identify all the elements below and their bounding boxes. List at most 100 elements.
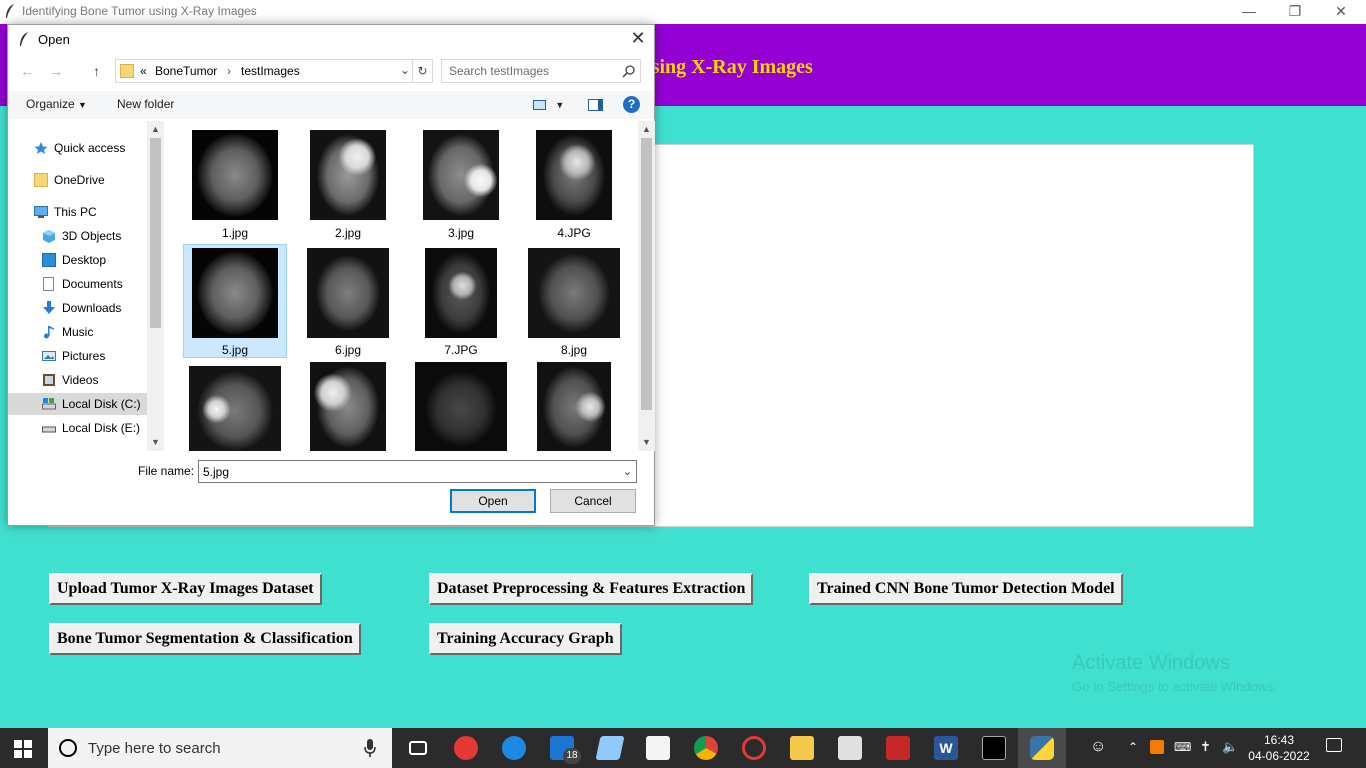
sidebar-item-desktop[interactable]: Desktop [42, 249, 148, 271]
sidebar-item-onedrive[interactable]: OneDrive [34, 169, 148, 191]
sidebar-item-this-pc[interactable]: This PC [34, 201, 148, 223]
file-name-combobox[interactable]: 5.jpg ⌄ [198, 460, 637, 483]
file-tile[interactable]: 3.jpg [409, 127, 513, 241]
sidebar-item-videos[interactable]: Videos [42, 369, 148, 391]
organize-menu[interactable]: Organize ▼ [26, 97, 87, 111]
file-list-scrollbar[interactable]: ▲ ▼ [638, 121, 655, 451]
document-icon [43, 277, 54, 291]
app-red-swirl-icon[interactable] [730, 728, 778, 768]
sidebar-item-label: Pictures [62, 349, 106, 363]
file-list: 1.jpg 2.jpg 3.jpg 4.JPG 5.jpg 6.jpg 7.JP… [168, 121, 638, 451]
word-icon[interactable]: W [922, 728, 970, 768]
scroll-up-icon[interactable]: ▲ [147, 121, 164, 138]
close-icon[interactable]: ✕ [1318, 0, 1364, 24]
breadcrumb-separator-icon: › [227, 64, 231, 78]
watermark-subtitle: Go to Settings to activate Windows. [1072, 679, 1278, 694]
minimize-icon[interactable]: — [1226, 0, 1272, 24]
edge-browser-icon[interactable] [490, 728, 538, 768]
trained-cnn-button[interactable]: Trained CNN Bone Tumor Detection Model [809, 573, 1123, 605]
file-tile[interactable]: 1.jpg [183, 127, 287, 241]
sidebar-item-local-disk-c[interactable]: Local Disk (C:) [8, 393, 148, 415]
file-tile-selected[interactable]: 5.jpg [183, 244, 287, 358]
file-tile[interactable] [409, 362, 513, 451]
tray-app-icon[interactable] [1150, 740, 1164, 754]
accuracy-graph-button[interactable]: Training Accuracy Graph [429, 623, 622, 655]
address-bar[interactable]: « BoneTumor › testImages ⌄ ↻ [115, 59, 433, 83]
sidebar-item-music[interactable]: Music [42, 321, 148, 343]
file-name: 7.JPG [444, 343, 478, 357]
file-tile[interactable]: 7.JPG [409, 244, 513, 358]
notifications-icon[interactable] [1326, 738, 1342, 752]
store-icon[interactable] [634, 728, 682, 768]
chevron-down-icon[interactable]: ⌄ [400, 63, 410, 77]
sidebar-scrollbar[interactable]: ▲ ▼ [147, 121, 164, 451]
forward-arrow-icon[interactable]: → [49, 63, 63, 79]
python-app-icon[interactable] [1018, 728, 1066, 768]
search-input[interactable] [442, 60, 618, 82]
file-explorer-icon[interactable] [778, 728, 826, 768]
preprocess-button[interactable]: Dataset Preprocessing & Features Extract… [429, 573, 754, 605]
chevron-down-icon[interactable]: ⌄ [623, 465, 632, 478]
restore-icon[interactable]: ❐ [1272, 0, 1318, 24]
image-thumbnail [536, 130, 612, 220]
new-folder-button[interactable]: New folder [117, 97, 174, 111]
scroll-down-icon[interactable]: ▼ [638, 434, 655, 451]
input-language-icon[interactable]: ⌨ [1174, 740, 1191, 768]
app-titlebar: Identifying Bone Tumor using X-Ray Image… [0, 0, 1366, 24]
refresh-icon[interactable]: ↻ [412, 60, 432, 82]
volume-icon[interactable]: 🔈 [1222, 739, 1238, 768]
notes-app-icon[interactable] [586, 728, 634, 768]
tk-feather-icon [6, 4, 14, 18]
wifi-icon[interactable]: ✝ [1200, 739, 1211, 768]
clock-time: 16:43 [1263, 733, 1295, 747]
app-red-folder-icon[interactable] [874, 728, 922, 768]
taskbar-search-input[interactable] [88, 737, 348, 759]
sidebar-item-downloads[interactable]: Downloads [42, 297, 148, 319]
preview-pane-icon[interactable] [588, 97, 603, 111]
app-red-circle-icon[interactable] [442, 728, 490, 768]
scrollbar-thumb[interactable] [641, 138, 652, 410]
cancel-button[interactable]: Cancel [550, 489, 636, 513]
back-arrow-icon[interactable]: ← [20, 63, 34, 79]
command-prompt-icon[interactable] [970, 728, 1018, 768]
people-icon[interactable]: ☺ [1090, 738, 1106, 768]
task-view-icon[interactable] [394, 728, 442, 768]
scrollbar-thumb[interactable] [150, 138, 161, 328]
sidebar-item-local-disk-e[interactable]: Local Disk (E:) [42, 417, 148, 439]
file-tile[interactable] [522, 362, 626, 451]
scroll-down-icon[interactable]: ▼ [147, 434, 164, 451]
chevron-up-icon[interactable]: ⌃ [1128, 740, 1138, 768]
windows-start-icon[interactable] [14, 740, 32, 758]
breadcrumb-item[interactable]: BoneTumor [155, 64, 217, 78]
scroll-up-icon[interactable]: ▲ [638, 121, 655, 138]
activate-windows-watermark: Activate Windows Go to Settings to activ… [1072, 652, 1277, 694]
sidebar-item-documents[interactable]: Documents [42, 273, 148, 295]
sidebar-item-3d-objects[interactable]: 3D Objects [42, 225, 148, 247]
file-tile[interactable] [183, 362, 287, 451]
segmentation-button[interactable]: Bone Tumor Segmentation & Classification [49, 623, 361, 655]
sidebar-item-label: Desktop [62, 253, 107, 267]
file-name: 4.JPG [557, 226, 591, 240]
mail-icon[interactable]: 18 [538, 728, 586, 768]
open-button[interactable]: Open [450, 489, 536, 513]
microphone-icon[interactable] [364, 739, 376, 757]
sidebar-item-pictures[interactable]: Pictures [42, 345, 148, 367]
help-icon[interactable]: ? [623, 96, 640, 113]
upload-dataset-button[interactable]: Upload Tumor X-Ray Images Dataset [49, 573, 322, 605]
file-tile[interactable]: 2.jpg [296, 127, 400, 241]
file-tile[interactable]: 4.JPG [522, 127, 626, 241]
view-options-icon[interactable]: ▼ [533, 97, 564, 111]
file-tile[interactable]: 8.jpg [522, 244, 626, 358]
file-tile[interactable] [296, 362, 400, 451]
dialog-close-icon[interactable]: ✕ [622, 25, 654, 53]
chrome-icon[interactable] [682, 728, 730, 768]
taskbar-search[interactable] [48, 728, 392, 768]
sidebar-item-quick-access[interactable]: Quick access [34, 137, 148, 159]
up-arrow-icon[interactable]: ↑ [93, 63, 100, 79]
file-tile[interactable]: 6.jpg [296, 244, 400, 358]
breadcrumb-item[interactable]: testImages [241, 64, 300, 78]
search-box[interactable] [441, 59, 641, 83]
file-name: 3.jpg [447, 226, 475, 240]
clock[interactable]: 16:43 04-06-2022 [1244, 732, 1314, 764]
python-file-icon[interactable] [826, 728, 874, 768]
